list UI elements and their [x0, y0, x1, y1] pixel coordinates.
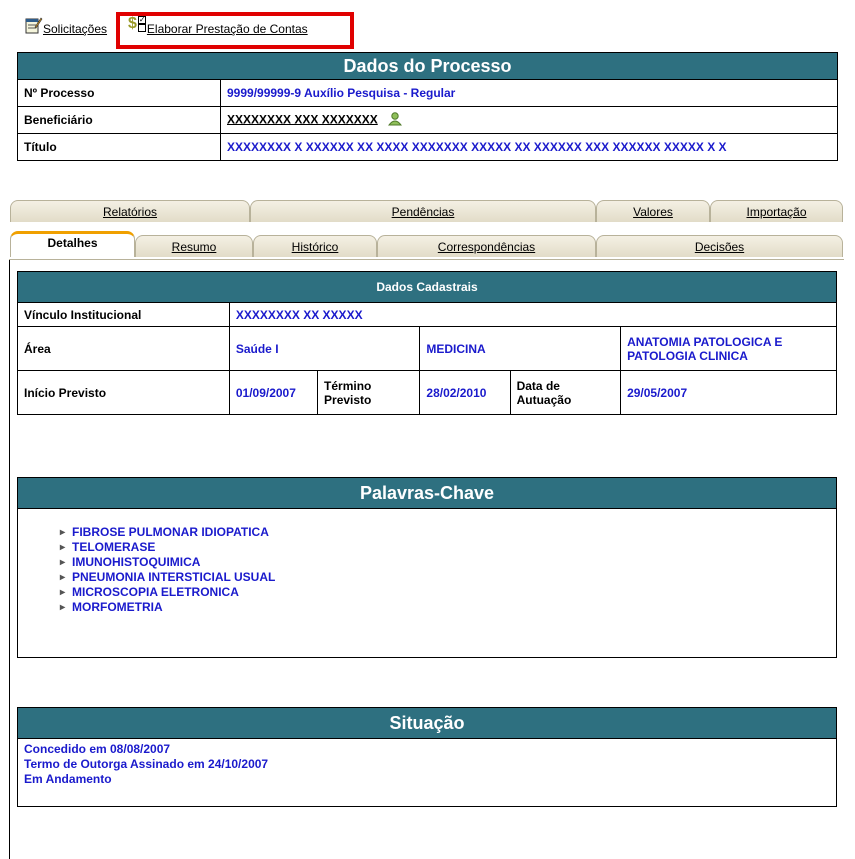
situacao-line: Termo de Outorga Assinado em 24/10/2007 — [24, 757, 269, 771]
beneficiario-label: Beneficiário — [17, 106, 221, 134]
processo-value: 9999/99999-9 Auxílio Pesquisa - Regular — [220, 79, 838, 107]
vinculo-label: Vínculo Institucional — [17, 302, 230, 327]
list-item: FIBROSE PULMONAR IDIOPATICA — [60, 525, 836, 540]
situacao-panel: Situação Concedido em 08/08/2007 Termo d… — [17, 707, 837, 807]
tab-label[interactable]: Histórico — [292, 240, 339, 254]
tab-label[interactable]: Decisões — [695, 240, 744, 254]
atuacao-label: Data de Autuação — [509, 370, 622, 415]
tab-label[interactable]: Valores — [633, 205, 673, 219]
tab-historico[interactable]: Histórico — [253, 235, 377, 257]
table-row: Nº Processo 9999/99999-9 Auxílio Pesquis… — [17, 79, 838, 107]
list-item: MORFOMETRIA — [60, 600, 836, 615]
checkbox-icon: ✓ — [137, 16, 146, 32]
user-icon[interactable] — [387, 111, 403, 129]
processo-header: Dados do Processo — [17, 52, 838, 80]
table-row: Beneficiário XXXXXXXX XXX XXXXXXX — [17, 106, 838, 134]
list-item: PNEUMONIA INTERSTICIAL USUAL — [60, 570, 836, 585]
tab-importacao[interactable]: Importação — [710, 200, 843, 222]
tab-label[interactable]: Resumo — [172, 240, 217, 254]
tab-resumo[interactable]: Resumo — [135, 235, 253, 257]
vinculo-value: XXXXXXXX XX XXXXX — [228, 302, 838, 327]
elaborar-link-group[interactable]: $ ✓ Elaborar Prestação de Contas — [128, 15, 308, 37]
inicio-label: Início Previsto — [17, 370, 230, 415]
document-edit-icon[interactable] — [25, 16, 43, 34]
cadastrais-header: Dados Cadastrais — [17, 271, 837, 303]
palavras-chave-header: Palavras-Chave — [18, 478, 836, 509]
situacao-line: Em Andamento — [24, 772, 112, 786]
table-row: Vínculo Institucional XXXXXXXX XX XXXXX — [17, 302, 838, 327]
tab-decisoes[interactable]: Decisões — [596, 235, 843, 257]
situacao-header: Situação — [18, 708, 836, 739]
termino-value: 28/02/2010 — [419, 370, 511, 415]
tab-label[interactable]: Relatórios — [103, 205, 157, 219]
termino-label: Término Previsto — [317, 370, 421, 415]
processo-table: Dados do Processo Nº Processo 9999/99999… — [17, 52, 838, 161]
tab-valores[interactable]: Valores — [596, 200, 710, 222]
list-item: IMUNOHISTOQUIMICA — [60, 555, 836, 570]
list-item: MICROSCOPIA ELETRONICA — [60, 585, 836, 600]
tab-label[interactable]: Correspondências — [438, 240, 535, 254]
table-row: Início Previsto 01/09/2007 Término Previ… — [17, 370, 837, 415]
tab-relatorios[interactable]: Relatórios — [10, 200, 250, 222]
area-value-1: Saúde I — [228, 326, 421, 371]
palavras-chave-panel: Palavras-Chave FIBROSE PULMONAR IDIOPATI… — [17, 477, 837, 658]
dollar-icon: $ — [128, 15, 137, 32]
content-divider — [9, 259, 844, 260]
situacao-line: Concedido em 08/08/2007 — [24, 742, 171, 756]
tab-detalhes[interactable]: Detalhes — [10, 231, 135, 257]
list-item: TELOMERASE — [60, 540, 836, 555]
beneficiario-link[interactable]: XXXXXXXX XXX XXXXXXX — [227, 112, 378, 126]
titulo-value: XXXXXXXX X XXXXXX XX XXXX XXXXXXX XXXXX … — [220, 133, 838, 161]
area-label: Área — [17, 326, 230, 371]
solicitacoes-link[interactable]: Solicitações — [43, 22, 107, 36]
beneficiario-cell: XXXXXXXX XXX XXXXXXX — [220, 106, 838, 134]
elaborar-prestacao-link[interactable]: Elaborar Prestação de Contas — [147, 22, 308, 36]
keyword-list: FIBROSE PULMONAR IDIOPATICA TELOMERASE I… — [18, 509, 836, 615]
table-row: Área Saúde I MEDICINA ANATOMIA PATOLOGIC… — [17, 326, 837, 371]
titulo-label: Título — [17, 133, 221, 161]
cadastrais-table: Dados Cadastrais Vínculo Institucional X… — [17, 271, 838, 415]
inicio-value: 01/09/2007 — [228, 370, 319, 415]
area-value-3: ANATOMIA PATOLOGICA E PATOLOGIA CLINICA — [620, 326, 837, 371]
atuacao-value: 29/05/2007 — [620, 370, 837, 415]
tab-label[interactable]: Detalhes — [47, 236, 97, 250]
situacao-lines: Concedido em 08/08/2007 Termo de Outorga… — [18, 739, 836, 790]
tab-correspondencias[interactable]: Correspondências — [377, 235, 596, 257]
tab-label[interactable]: Pendências — [392, 205, 455, 219]
area-value-2: MEDICINA — [419, 326, 622, 371]
table-row: Título XXXXXXXX X XXXXXX XX XXXX XXXXXXX… — [17, 133, 838, 161]
tab-label[interactable]: Importação — [746, 205, 806, 219]
content-left-border — [9, 260, 10, 859]
solicitacoes-link-group[interactable]: Solicitações — [25, 16, 107, 36]
tab-pendencias[interactable]: Pendências — [250, 200, 596, 222]
processo-label: Nº Processo — [17, 79, 221, 107]
